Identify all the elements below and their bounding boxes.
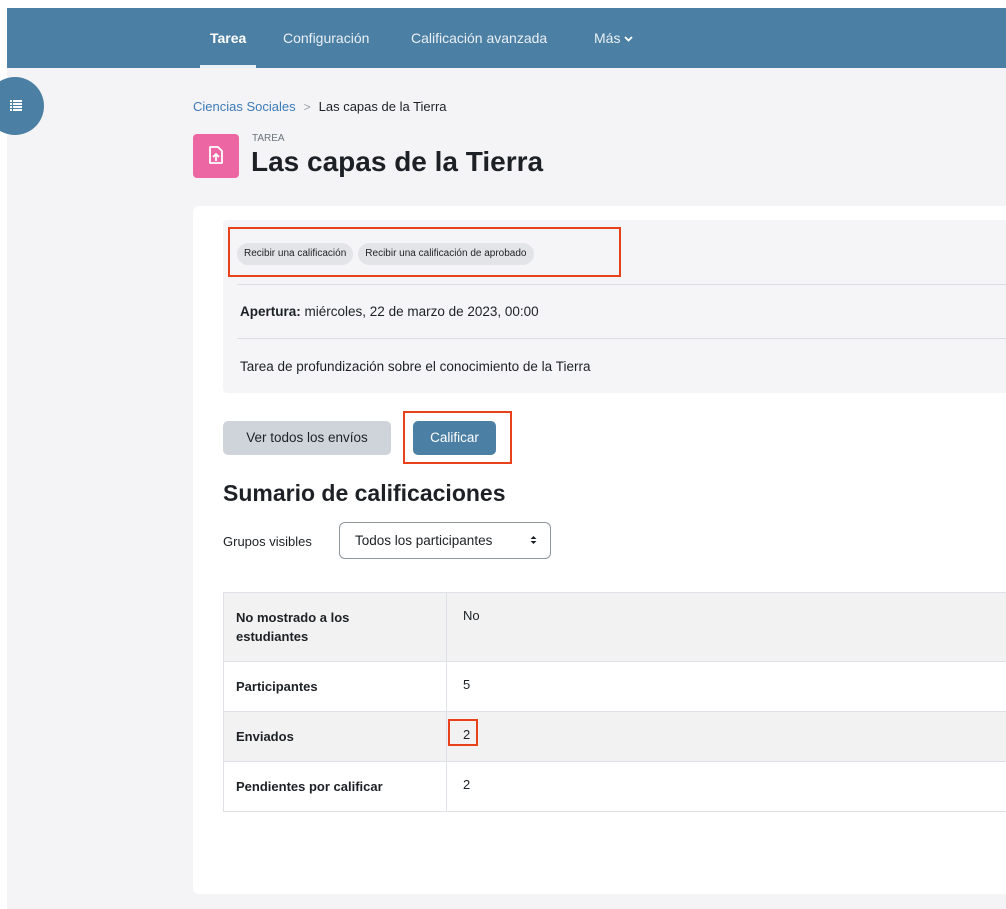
row-value: No	[446, 592, 1006, 662]
divider	[237, 284, 1006, 285]
tab-configuracion[interactable]: Configuración	[283, 8, 369, 68]
tab-mas[interactable]: Más	[594, 8, 634, 68]
row-label: Participantes	[223, 661, 447, 712]
chevron-right-icon: >	[303, 100, 311, 114]
highlight-submitted-count	[448, 719, 478, 746]
page-title: Las capas de la Tierra	[251, 146, 544, 177]
divider	[237, 338, 1006, 339]
table-row: Enviados 2	[223, 711, 1006, 762]
table-row: No mostrado a los estudiantes No	[223, 592, 1006, 662]
row-label: No mostrado a los estudiantes	[223, 592, 447, 662]
tab-mas-label: Más	[594, 30, 621, 46]
tab-calificacion-avanzada[interactable]: Calificación avanzada	[411, 8, 547, 68]
opening-label: Apertura:	[240, 304, 301, 319]
grading-summary-table: No mostrado a los estudiantes No Partici…	[223, 592, 1006, 812]
table-row: Participantes 5	[223, 661, 1006, 712]
select-arrows-icon	[530, 536, 537, 544]
breadcrumb-course-link[interactable]: Ciencias Sociales	[193, 99, 296, 114]
row-value: 2	[446, 711, 1006, 762]
row-value: 2	[446, 761, 1006, 812]
row-label: Pendientes por calificar	[223, 761, 447, 812]
assignment-icon-tile	[193, 134, 239, 178]
assignment-upload-icon	[209, 146, 223, 164]
secondary-navigation: Tarea Configuración Calificación avanzad…	[7, 8, 1006, 68]
view-all-submissions-button[interactable]: Ver todos los envíos	[223, 421, 391, 455]
grading-summary-heading: Sumario de calificaciones	[223, 480, 506, 506]
highlight-grade-button	[403, 411, 512, 464]
groups-select[interactable]: Todos los participantes	[339, 522, 551, 559]
activity-type-label: TAREA	[252, 133, 285, 144]
groups-label: Grupos visibles	[223, 534, 312, 549]
groups-select-value: Todos los participantes	[355, 533, 493, 548]
tab-tarea[interactable]: Tarea	[199, 8, 257, 68]
breadcrumb: Ciencias Sociales > Las capas de la Tierra	[193, 99, 447, 114]
table-row: Pendientes por calificar 2	[223, 761, 1006, 812]
breadcrumb-current: Las capas de la Tierra	[318, 99, 447, 114]
opening-date: Apertura: miércoles, 22 de marzo de 2023…	[240, 304, 539, 319]
highlight-completion	[228, 227, 621, 277]
opening-value: miércoles, 22 de marzo de 2023, 00:00	[304, 304, 539, 319]
row-label: Enviados	[223, 711, 447, 762]
row-value: 5	[446, 661, 1006, 712]
list-icon	[10, 100, 22, 111]
activity-description: Tarea de profundización sobre el conocim…	[240, 359, 591, 374]
chevron-down-icon	[624, 36, 634, 43]
